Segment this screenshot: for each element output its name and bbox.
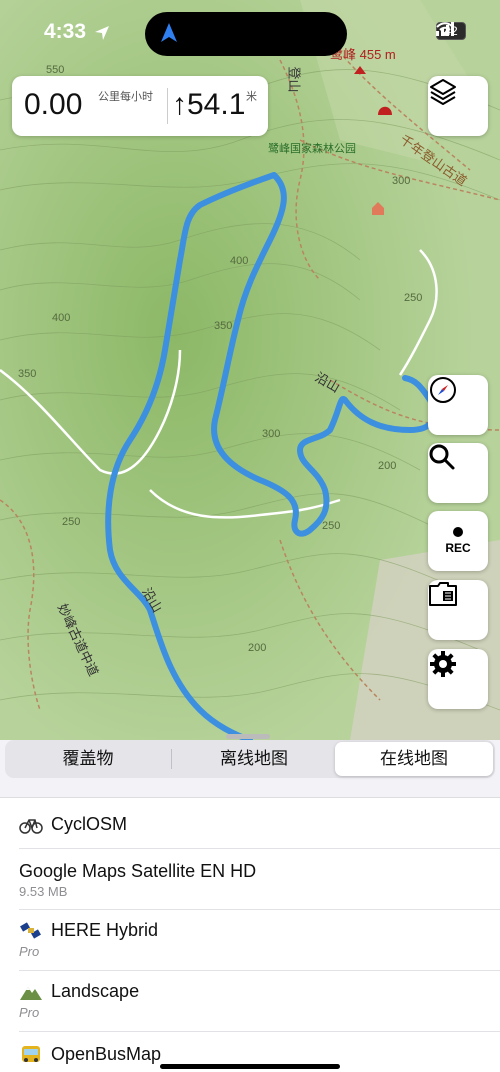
contour-label: 400 xyxy=(52,312,71,324)
offline-maps-button[interactable] xyxy=(428,580,488,640)
map-name: CyclOSM xyxy=(51,814,127,834)
bus-icon xyxy=(22,1046,40,1063)
layers-icon xyxy=(430,79,456,105)
speed-value: 0.00 xyxy=(24,88,83,121)
list-item-title-row: OpenBusMap xyxy=(19,1044,161,1065)
segment-divider xyxy=(171,749,172,769)
contour-label: 350 xyxy=(214,320,233,332)
rec-button[interactable]: REC xyxy=(428,511,488,571)
bicycle-icon xyxy=(19,819,43,834)
search-button[interactable] xyxy=(428,443,488,503)
status-bar: 4:33 42 xyxy=(0,0,500,60)
contour-label: 350 xyxy=(18,368,37,380)
tab-offline-maps[interactable]: 离线地图 xyxy=(173,742,335,776)
compass-icon xyxy=(430,377,456,403)
map-size: 9.53 MB xyxy=(19,884,68,899)
contour-label: 200 xyxy=(378,460,397,472)
search-icon xyxy=(429,444,455,470)
navigation-arrow-icon xyxy=(161,23,177,42)
list-item[interactable]: Google Maps Satellite EN HD 9.53 MB xyxy=(19,849,500,910)
map-name: OpenBusMap xyxy=(51,1044,162,1064)
status-icons: 42 xyxy=(436,22,466,40)
tab-online-maps[interactable]: 在线地图 xyxy=(335,742,493,776)
rec-label-wrap: REC xyxy=(445,527,471,555)
satellite-icon xyxy=(20,922,41,939)
record-dot-icon xyxy=(453,527,463,537)
list-item[interactable]: CyclOSM xyxy=(19,798,500,849)
list-item-title-row: CyclOSM xyxy=(19,814,127,835)
list-item[interactable]: HERE Hybrid Pro xyxy=(19,910,500,971)
list-item-title-row: HERE Hybrid xyxy=(19,920,158,941)
settings-button[interactable] xyxy=(428,649,488,709)
contour-label: 250 xyxy=(404,292,423,304)
list-item[interactable]: Landscape Pro xyxy=(19,971,500,1032)
contour-label: 300 xyxy=(262,428,281,440)
status-time: 4:33 xyxy=(44,20,87,43)
map-name: HERE Hybrid xyxy=(51,920,159,940)
sheet-grabber[interactable] xyxy=(226,734,270,739)
online-map-list: CyclOSM Google Maps Satellite EN HD 9.53… xyxy=(0,797,500,1072)
compass-button[interactable] xyxy=(428,375,488,435)
layers-button[interactable] xyxy=(428,76,488,136)
contour-label: 250 xyxy=(322,520,341,532)
climb-unit: 米 xyxy=(246,91,257,103)
dynamic-island xyxy=(145,12,347,56)
map-folder-icon xyxy=(429,582,457,606)
map-name: Landscape xyxy=(51,981,140,1001)
wifi-icon xyxy=(436,22,454,36)
climb-value: ↑54.1 xyxy=(172,88,246,121)
speed-panel[interactable]: 0.00 公里每小时 ↑54.1 米 xyxy=(12,76,268,136)
contour-label: 200 xyxy=(248,642,267,654)
pro-label: Pro xyxy=(19,944,40,959)
speed-unit: 公里每小时 xyxy=(98,91,153,103)
mountain-road-label: 登山 xyxy=(286,66,302,93)
map-name: Google Maps Satellite EN HD xyxy=(19,861,257,881)
contour-label: 250 xyxy=(62,516,81,528)
pro-label: Pro xyxy=(19,1005,40,1020)
contour-label: 400 xyxy=(230,255,249,267)
mountain-icon xyxy=(20,987,42,1001)
rec-label: REC xyxy=(445,541,471,555)
location-arrow-icon xyxy=(95,26,109,40)
contour-label: 550 xyxy=(46,64,65,76)
park-label: 鹭峰国家森林公园 xyxy=(268,143,356,155)
list-item-title-row: Landscape xyxy=(19,981,139,1002)
home-indicator xyxy=(160,1064,340,1069)
contour-label: 300 xyxy=(392,175,411,187)
gear-icon xyxy=(430,651,456,677)
divider xyxy=(167,88,168,124)
map-source-segmented-control: 覆盖物 离线地图 在线地图 xyxy=(5,740,495,778)
map-view[interactable]: 鹭峰 455 m 鹭峰国家森林公园 千年登山古道 妙峰古道中道 沿山 沿山 登山… xyxy=(0,0,500,740)
tab-overlays[interactable]: 覆盖物 xyxy=(7,742,169,776)
